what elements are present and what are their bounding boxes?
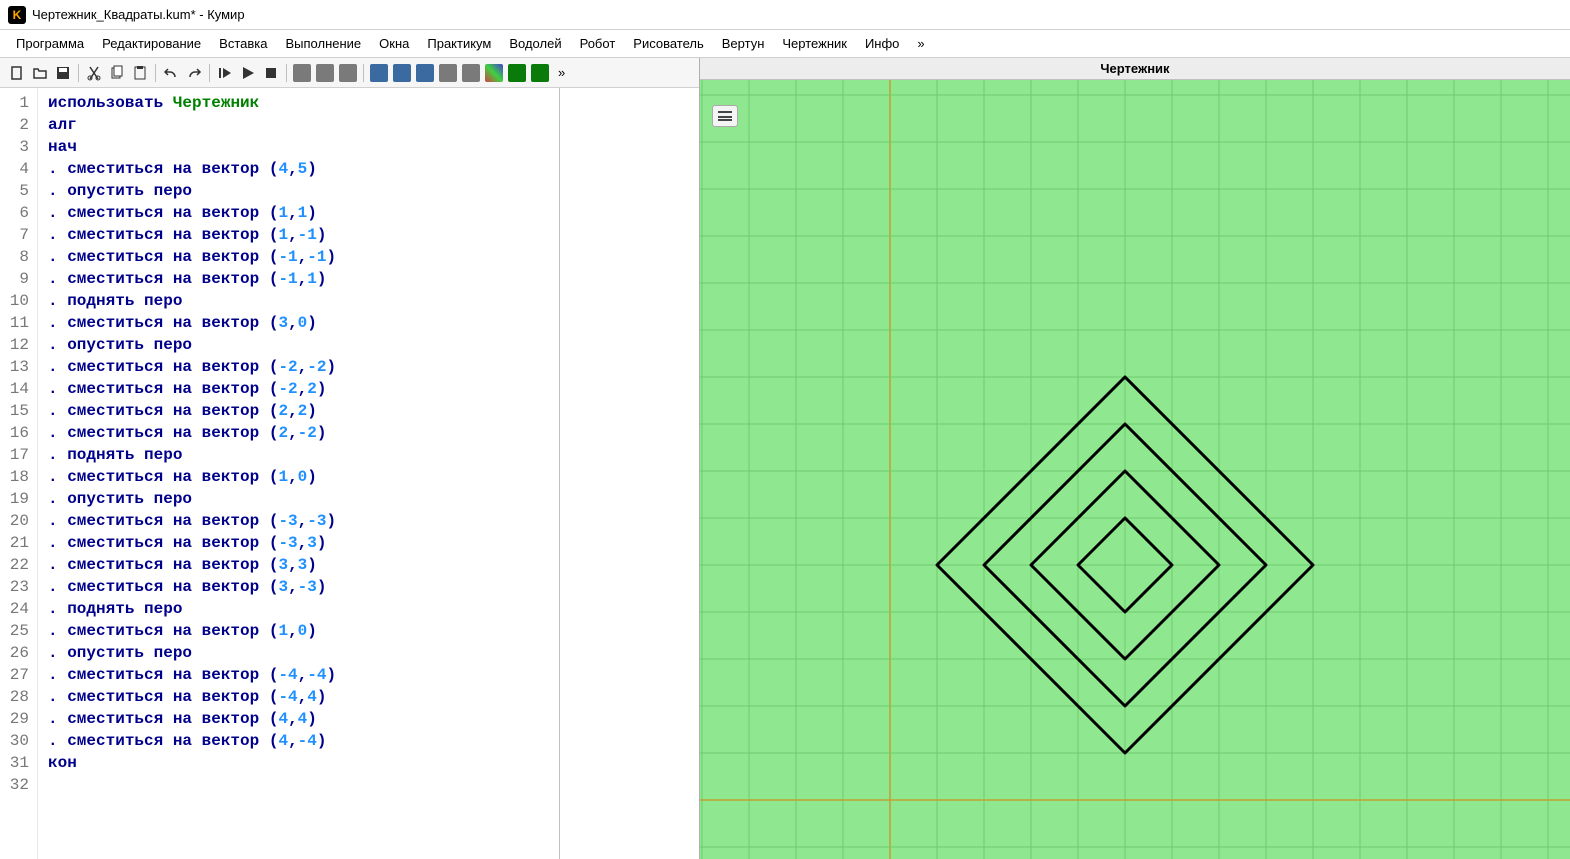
tool-icon[interactable] (460, 62, 482, 84)
paste-icon[interactable] (129, 62, 151, 84)
code-line[interactable]: . сместиться на вектор (3,0) (48, 312, 549, 334)
tool-icon[interactable] (291, 62, 313, 84)
tool-icon[interactable] (368, 62, 390, 84)
run-icon[interactable] (237, 62, 259, 84)
separator (209, 64, 210, 82)
tool-icon[interactable] (483, 62, 505, 84)
undo-icon[interactable] (160, 62, 182, 84)
menu-item[interactable]: Редактирование (94, 33, 209, 54)
right-pane: Чертежник (700, 58, 1570, 859)
menu-item[interactable]: Окна (371, 33, 417, 54)
code-line[interactable] (48, 774, 549, 796)
code-line[interactable]: . сместиться на вектор (-3,3) (48, 532, 549, 554)
code-line[interactable]: . сместиться на вектор (-1,1) (48, 268, 549, 290)
menu-item[interactable]: Вставка (211, 33, 275, 54)
run-step-icon[interactable] (214, 62, 236, 84)
window-title: Чертежник_Квадраты.kum* - Кумир (32, 7, 245, 22)
menubar: ПрограммаРедактированиеВставкаВыполнение… (0, 30, 1570, 58)
tool-icon[interactable] (314, 62, 336, 84)
separator (286, 64, 287, 82)
menu-item[interactable]: » (909, 33, 932, 54)
tool-icon[interactable] (529, 62, 551, 84)
canvas-menu-button[interactable] (712, 105, 738, 127)
menu-item[interactable]: Робот (572, 33, 624, 54)
code-line[interactable]: кон (48, 752, 549, 774)
code-editor[interactable]: 1234567891011121314151617181920212223242… (0, 88, 559, 859)
open-file-icon[interactable] (29, 62, 51, 84)
separator (363, 64, 364, 82)
code-line[interactable]: . сместиться на вектор (-1,-1) (48, 246, 549, 268)
tool-icon[interactable] (506, 62, 528, 84)
separator (155, 64, 156, 82)
editor-side-column (559, 88, 699, 859)
code-line[interactable]: . поднять перо (48, 598, 549, 620)
code-line[interactable]: нач (48, 136, 549, 158)
menu-item[interactable]: Практикум (419, 33, 499, 54)
code-line[interactable]: . сместиться на вектор (4,4) (48, 708, 549, 730)
code-line[interactable]: . поднять перо (48, 444, 549, 466)
code-line[interactable]: использовать Чертежник (48, 92, 549, 114)
menu-item[interactable]: Выполнение (277, 33, 369, 54)
copy-icon[interactable] (106, 62, 128, 84)
tool-icon[interactable] (437, 62, 459, 84)
separator (78, 64, 79, 82)
titlebar: K Чертежник_Квадраты.kum* - Кумир (0, 0, 1570, 30)
line-gutter: 1234567891011121314151617181920212223242… (0, 88, 38, 859)
code-line[interactable]: . поднять перо (48, 290, 549, 312)
drawing-canvas[interactable] (700, 80, 1570, 859)
code-line[interactable]: . сместиться на вектор (1,1) (48, 202, 549, 224)
cut-icon[interactable] (83, 62, 105, 84)
code-line[interactable]: . сместиться на вектор (1,0) (48, 466, 549, 488)
toolbar: » (0, 58, 699, 88)
stop-icon[interactable] (260, 62, 282, 84)
editor-wrap: 1234567891011121314151617181920212223242… (0, 88, 699, 859)
code-line[interactable]: . сместиться на вектор (4,-4) (48, 730, 549, 752)
save-file-icon[interactable] (52, 62, 74, 84)
code-line[interactable]: . опустить перо (48, 180, 549, 202)
code-line[interactable]: . опустить перо (48, 488, 549, 510)
tool-icon[interactable] (337, 62, 359, 84)
redo-icon[interactable] (183, 62, 205, 84)
code-line[interactable]: . опустить перо (48, 334, 549, 356)
left-pane: » 12345678910111213141516171819202122232… (0, 58, 700, 859)
code-line[interactable]: . сместиться на вектор (2,2) (48, 400, 549, 422)
menu-item[interactable]: Чертежник (774, 33, 855, 54)
canvas-title: Чертежник (700, 58, 1570, 80)
new-file-icon[interactable] (6, 62, 28, 84)
code-line[interactable]: . сместиться на вектор (1,-1) (48, 224, 549, 246)
code-line[interactable]: . сместиться на вектор (-4,-4) (48, 664, 549, 686)
app-logo: K (8, 6, 26, 24)
menu-item[interactable]: Программа (8, 33, 92, 54)
code-line[interactable]: . сместиться на вектор (-3,-3) (48, 510, 549, 532)
code-line[interactable]: . сместиться на вектор (-4,4) (48, 686, 549, 708)
code-line[interactable]: . сместиться на вектор (2,-2) (48, 422, 549, 444)
code-line[interactable]: . опустить перо (48, 642, 549, 664)
code-line[interactable]: . сместиться на вектор (4,5) (48, 158, 549, 180)
menu-item[interactable]: Рисователь (625, 33, 711, 54)
code-line[interactable]: алг (48, 114, 549, 136)
code-line[interactable]: . сместиться на вектор (-2,2) (48, 378, 549, 400)
code-line[interactable]: . сместиться на вектор (1,0) (48, 620, 549, 642)
menu-item[interactable]: Вертун (714, 33, 773, 54)
code-line[interactable]: . сместиться на вектор (3,3) (48, 554, 549, 576)
toolbar-more[interactable]: » (552, 65, 571, 80)
menu-item[interactable]: Водолей (501, 33, 569, 54)
tool-icon[interactable] (391, 62, 413, 84)
hamburger-icon (718, 111, 732, 121)
code-line[interactable]: . сместиться на вектор (-2,-2) (48, 356, 549, 378)
code-line[interactable]: . сместиться на вектор (3,-3) (48, 576, 549, 598)
code-area[interactable]: использовать Чертежникалгнач. сместиться… (38, 88, 559, 859)
tool-icon[interactable] (414, 62, 436, 84)
menu-item[interactable]: Инфо (857, 33, 907, 54)
